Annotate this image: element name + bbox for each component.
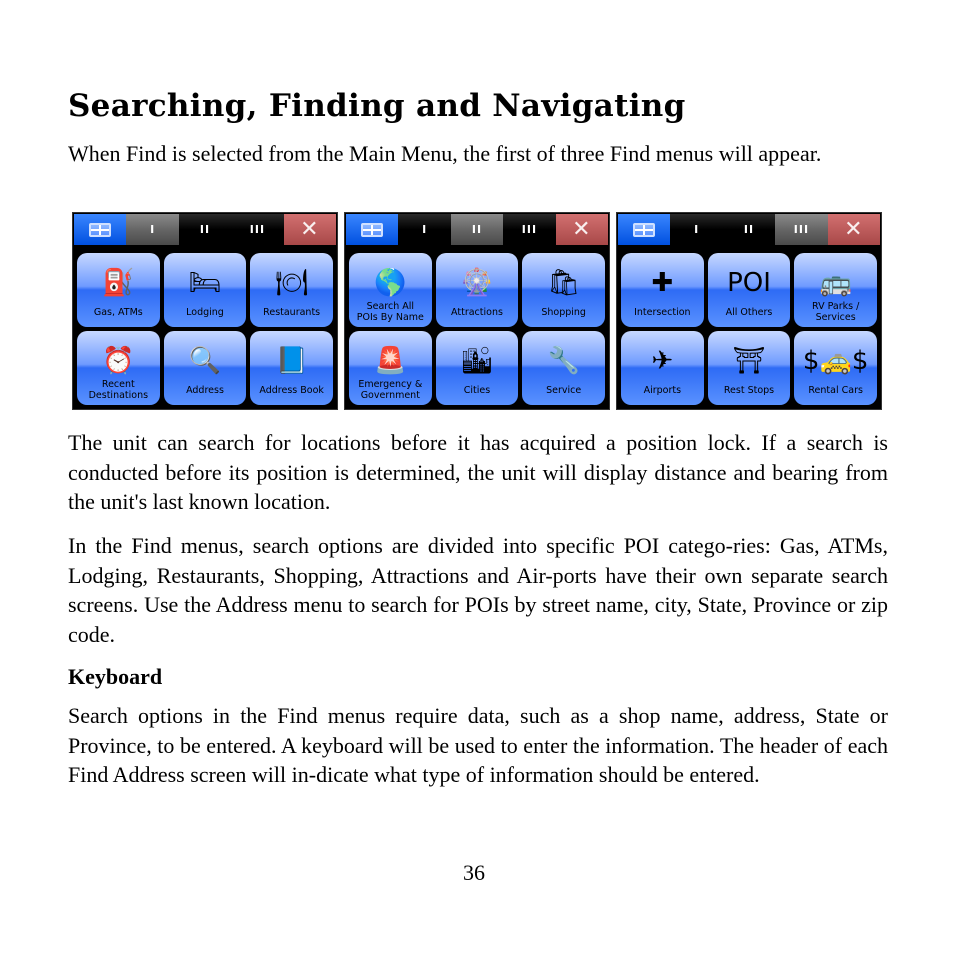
position-lock-paragraph: The unit can search for locations before… (68, 430, 888, 515)
find-option-button[interactable]: 🎡 Attractions (435, 253, 519, 327)
find-option-label: Lodging (186, 306, 224, 318)
find-option-button[interactable]: ⏰ Recent Destinations (77, 331, 160, 405)
find-option-label: Recent Destinations (88, 379, 149, 401)
clock-magnifier-icon: ⏰ (102, 346, 135, 376)
poi-magnifier-icon: POI (727, 268, 771, 298)
find-tab-bar: I II III ✕ (618, 214, 881, 245)
find-menu-screenshots: I II III ✕ ⛽ Gas, ATMs 🛏 Lodging 🍽 Restaurants ⏰ Re… (72, 212, 884, 410)
find-option-label: Emergency & Government (358, 379, 423, 401)
find-option-button[interactable]: 🚌 RV Parks / Services (794, 253, 877, 327)
car-dollar-icon: $🚕$ (802, 346, 869, 376)
find-option-label: Address Book (259, 384, 324, 396)
find-tab-1[interactable]: I (126, 214, 179, 245)
address-book-icon: 📘 (275, 346, 308, 376)
find-option-button[interactable]: 📘 Address Book (250, 331, 333, 405)
envelope-magnifier-icon: 🔍 (188, 346, 222, 376)
find-option-label: Rental Cars (808, 384, 863, 396)
find-tab-2[interactable]: II (178, 214, 232, 245)
menu-tab-button[interactable] (618, 214, 671, 245)
city-buildings-icon: 🏙 (460, 346, 494, 376)
menu-tab-button[interactable] (346, 214, 399, 245)
close-button[interactable]: ✕ (555, 214, 609, 245)
keyboard-heading: Keyboard (68, 664, 163, 689)
grid-menu-icon (361, 222, 384, 237)
find-option-button[interactable]: ✚ Intersection (621, 253, 704, 327)
find-tab-2[interactable]: II (722, 214, 776, 245)
close-icon: ✕ (844, 217, 864, 242)
find-option-label: Gas, ATMs (93, 306, 143, 318)
find-option-label: Address (186, 384, 224, 396)
keyboard-paragraph: Search options in the Find menus require… (68, 703, 888, 788)
find-option-label: Rest Stops (723, 384, 775, 396)
poi-categories-paragraph: In the Find menus, search options are di… (68, 533, 888, 647)
find-option-button[interactable]: 🏙 Cities (435, 331, 519, 405)
shopping-bags-icon: 🛍 (547, 268, 581, 298)
close-icon: ✕ (572, 217, 592, 242)
plate-cutlery-icon: 🍽 (275, 268, 309, 298)
gas-pump-icon: ⛽ (102, 268, 135, 298)
find-option-label: All Others (725, 306, 773, 318)
find-tab-bar: I II III ✕ (346, 214, 609, 245)
find-option-button[interactable]: $🚕$ Rental Cars (794, 331, 877, 405)
page-number: 36 (463, 860, 485, 885)
find-option-label: RV Parks / Services (812, 301, 860, 323)
find-option-label: Shopping (541, 306, 586, 318)
intersection-icon: ✚ (651, 268, 674, 298)
find-tab-1[interactable]: I (670, 214, 723, 245)
find-option-label: Airports (643, 384, 682, 396)
find-option-button[interactable]: ⛩ Rest Stops (707, 331, 791, 405)
bed-icon: 🛏 (188, 268, 222, 298)
close-icon: ✕ (300, 217, 320, 242)
find-option-button[interactable]: 🌎 Search All POIs By Name (349, 253, 432, 327)
find-tab-bar: I II III ✕ (74, 214, 337, 245)
find-tab-3[interactable]: III (231, 214, 284, 245)
intro-paragraph: When Find is selected from the Main Menu… (68, 141, 822, 166)
find-option-button[interactable]: 🔍 Address (163, 331, 247, 405)
find-tab-3[interactable]: III (775, 214, 828, 245)
page-title: Searching, Finding and Navigating (68, 88, 686, 124)
find-option-button[interactable]: POI All Others (707, 253, 791, 327)
grid-menu-icon (633, 222, 656, 237)
find-option-button[interactable]: 🛍 Shopping (522, 253, 605, 327)
find-option-button[interactable]: ✈ Airports (621, 331, 704, 405)
find-tab-2[interactable]: II (450, 214, 504, 245)
find-option-button[interactable]: 🚨 Emergency & Government (349, 331, 432, 405)
find-option-label: Service (546, 384, 582, 396)
grid-menu-icon (89, 222, 112, 237)
close-button[interactable]: ✕ (283, 214, 337, 245)
find-option-button[interactable]: 🛏 Lodging (163, 253, 247, 327)
emergency-light-icon: 🚨 (374, 346, 407, 376)
find-menu-screen-3: I II III ✕ ✚ Intersection POI All Others 🚌 RV Par… (616, 212, 882, 410)
menu-tab-button[interactable] (74, 214, 127, 245)
ferris-wheel-icon: 🎡 (460, 268, 494, 298)
find-button-grid: 🌎 Search All POIs By Name 🎡 Attractions 🛍 Sho… (349, 253, 605, 405)
find-button-grid: ⛽ Gas, ATMs 🛏 Lodging 🍽 Restaurants ⏰ Recent De… (77, 253, 333, 405)
find-option-button[interactable]: 🍽 Restaurants (250, 253, 333, 327)
find-option-button[interactable]: 🔧 Service (522, 331, 605, 405)
airplane-icon: ✈ (651, 346, 674, 376)
find-option-label: Search All POIs By Name (356, 301, 424, 323)
find-option-label: Attractions (451, 306, 503, 318)
find-menu-screen-1: I II III ✕ ⛽ Gas, ATMs 🛏 Lodging 🍽 Restaurants ⏰ Re… (72, 212, 338, 410)
find-tab-3[interactable]: III (503, 214, 556, 245)
find-button-grid: ✚ Intersection POI All Others 🚌 RV Parks / Se… (621, 253, 877, 405)
close-button[interactable]: ✕ (827, 214, 881, 245)
wrench-icon: 🔧 (547, 346, 580, 376)
find-menu-screen-2: I II III ✕ 🌎 Search All POIs By Name 🎡 Attracti… (344, 212, 610, 410)
find-option-label: Cities (463, 384, 491, 396)
find-option-button[interactable]: ⛽ Gas, ATMs (77, 253, 160, 327)
find-tab-1[interactable]: I (398, 214, 451, 245)
globe-icon: 🌎 (374, 268, 407, 298)
rv-icon: 🚌 (819, 268, 852, 298)
find-option-label: Intersection (634, 306, 691, 318)
picnic-table-icon: ⛩ (732, 346, 766, 376)
find-option-label: Restaurants (263, 306, 321, 318)
